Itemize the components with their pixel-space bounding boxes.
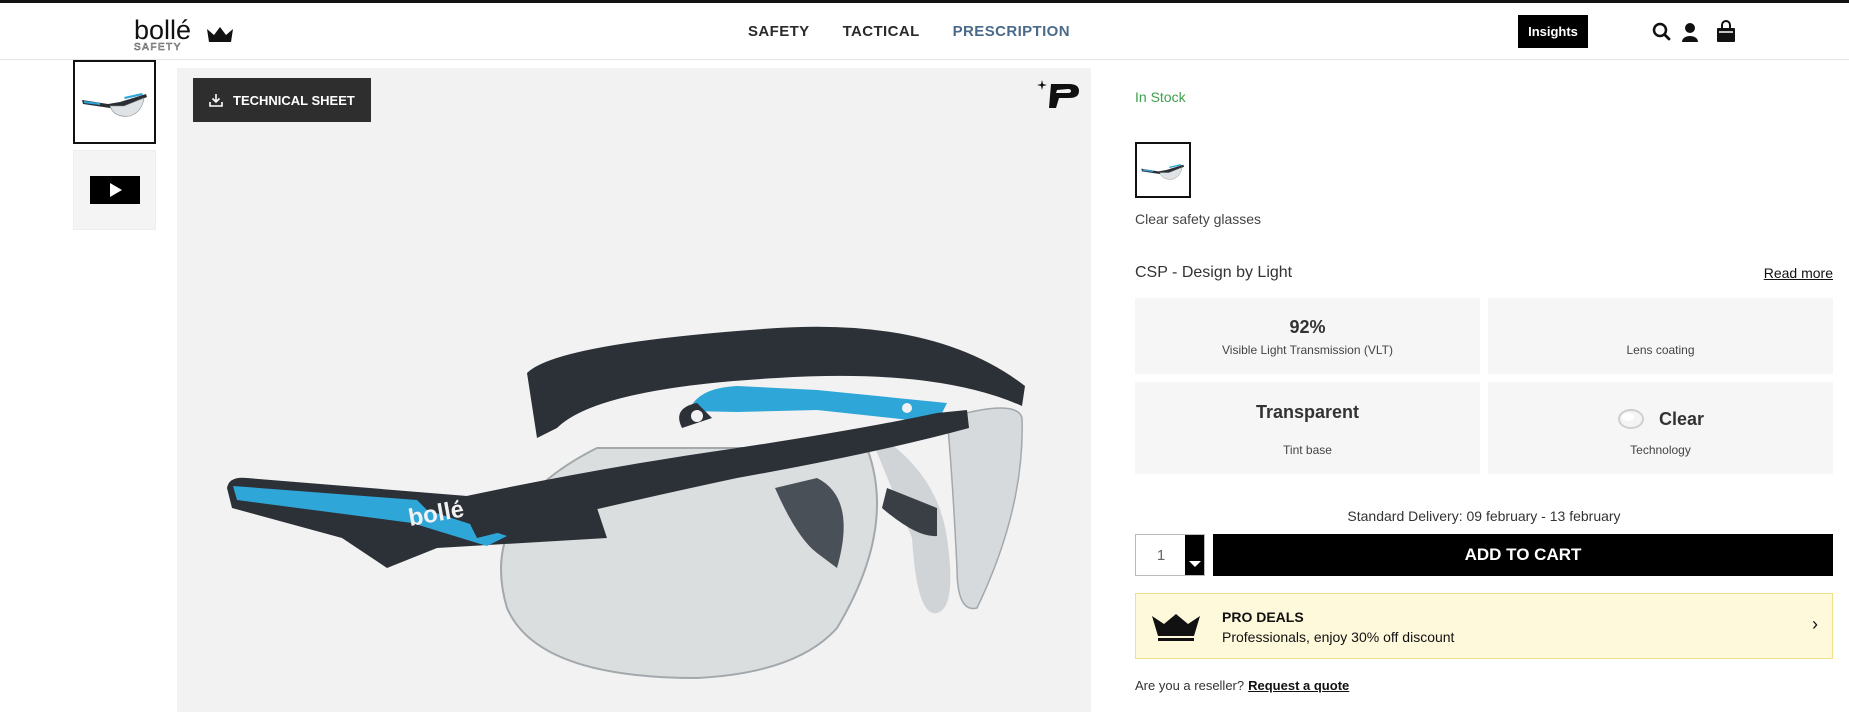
reseller-prompt: Are you a reseller? Request a quote [1135,678,1349,693]
technical-sheet-button[interactable]: TECHNICAL SHEET [193,78,371,122]
quantity-stepper[interactable] [1185,535,1204,575]
pro-deals-title: PRO DEALS [1222,609,1304,625]
product-image-glasses: bollé [227,326,1025,680]
spec-technology-label: Technology [1630,443,1691,457]
pro-deals-banner[interactable]: PRO DEALS Professionals, enjoy 30% off d… [1135,593,1833,659]
clear-lens-icon [1617,409,1644,429]
nav-item-safety[interactable]: SAFETY [748,23,810,40]
glasses-thumbnail[interactable] [73,60,156,144]
crown-icon [1152,614,1200,641]
spec-vlt-value: 92% [1289,317,1326,337]
spec-technology-value: Clear [1658,408,1705,429]
spec-vlt: 92% Visible Light Transmission (VLT) [1135,298,1480,374]
logo-wordmark: bollé [134,15,191,45]
play-icon [89,176,140,204]
main-nav: SAFETY TACTICAL PRESCRIPTION [748,23,1070,40]
spec-coating: Lens coating [1488,298,1833,374]
variant-swatch-image [1141,164,1185,180]
delivery-estimate: Standard Delivery: 09 february - 13 febr… [1347,508,1621,524]
spec-tint-value: Transparent [1255,402,1360,422]
logo-subtitle: SAFETY [134,42,182,51]
stock-status: In Stock [1135,89,1186,105]
prescription-p-icon [1037,80,1081,110]
quantity-selector [1135,534,1205,576]
csp-title: CSP - Design by Light [1135,264,1293,281]
download-icon [209,94,223,107]
nav-item-tactical[interactable]: TACTICAL [843,23,920,40]
spec-vlt-label: Visible Light Transmission (VLT) [1222,343,1393,357]
pro-deals-text: Professionals, enjoy 30% off discount [1222,629,1455,645]
spec-coating-label: Lens coating [1626,343,1695,357]
quantity-input[interactable] [1136,535,1186,575]
bolle-safety-logo[interactable]: bollé SAFETY [134,15,248,51]
spec-tint: Transparent Tint base [1135,382,1480,474]
spec-tint-label: Tint base [1283,443,1332,457]
chevron-right-icon: › [1812,614,1818,634]
add-to-cart-button[interactable]: ADD TO CART [1213,534,1833,576]
chevron-down-icon [1189,561,1201,567]
product-details-panel: In Stock Clear safety glasses CSP - Desi… [1135,0,1833,712]
video-thumbnail[interactable] [73,150,156,230]
request-quote-link[interactable]: Request a quote [1248,678,1349,693]
product-image-gallery: bollé TECHNICAL SHEET [177,68,1091,712]
spec-technology: Clear Technology [1488,382,1833,474]
reseller-question: Are you a reseller? [1135,678,1245,693]
variant-name: Clear safety glasses [1135,211,1262,227]
read-more-link[interactable]: Read more [1764,265,1833,281]
variant-swatch[interactable] [1135,142,1191,198]
nav-item-prescription[interactable]: PRESCRIPTION [953,23,1070,40]
glasses-thumbnail-image [81,93,147,117]
technical-sheet-label: TECHNICAL SHEET [233,92,355,108]
